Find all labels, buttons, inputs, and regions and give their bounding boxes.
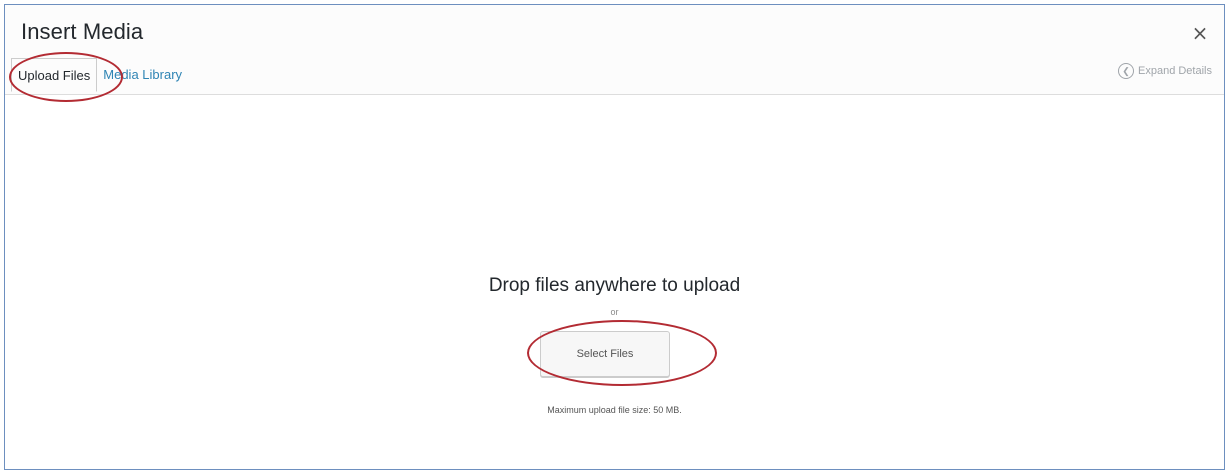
or-separator: or [610,307,619,317]
upload-drop-zone[interactable]: Drop files anywhere to upload or Select … [5,95,1224,469]
expand-details-label: Expand Details [1138,65,1212,77]
insert-media-modal: Insert Media × Upload Files Media Librar… [4,4,1225,470]
modal-title: Insert Media [21,19,144,44]
select-files-button[interactable]: Select Files [540,331,670,377]
max-upload-size: Maximum upload file size: 50 MB. [547,405,682,415]
close-button[interactable]: × [1188,21,1212,45]
close-icon: × [1191,21,1209,45]
modal-header: Insert Media × Upload Files Media Librar… [5,5,1224,95]
drop-instructions: Drop files anywhere to upload [488,275,741,296]
tab-upload-files[interactable]: Upload Files [11,58,98,92]
chevron-left-circle-icon: ❮ [1118,63,1134,79]
expand-details-button[interactable]: ❮ Expand Details [1118,63,1212,79]
tab-media-library[interactable]: Media Library [97,58,188,92]
media-tabs: Upload Files Media Library [11,57,188,93]
